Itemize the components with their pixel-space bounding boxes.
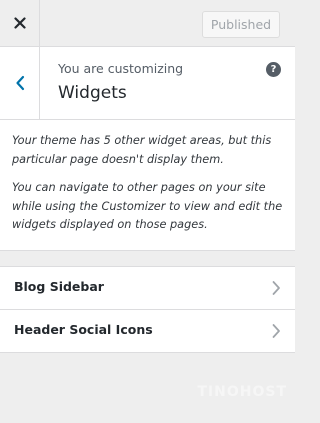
widget-area-label: Header Social Icons — [14, 322, 153, 337]
widget-area-label: Blog Sidebar — [14, 279, 104, 294]
published-button[interactable]: Published — [202, 11, 280, 38]
section-title: Widgets — [58, 83, 127, 103]
chevron-right-icon — [272, 281, 280, 295]
widget-area-blog-sidebar[interactable]: Blog Sidebar — [0, 266, 295, 309]
chevron-right-icon — [272, 324, 280, 338]
widget-area-header-social-icons[interactable]: Header Social Icons — [0, 309, 295, 353]
section-description: Your theme has 5 other widget areas, but… — [0, 120, 295, 251]
watermark: TINOHOST — [197, 384, 287, 400]
close-customizer-button[interactable] — [0, 0, 40, 46]
section-header: You are customizing Widgets ? — [0, 47, 295, 120]
chevron-left-icon — [15, 75, 24, 91]
widget-area-list: Blog Sidebar Header Social Icons — [0, 266, 295, 353]
close-icon — [13, 17, 26, 29]
customizing-label: You are customizing — [58, 61, 184, 76]
description-paragraph: Your theme has 5 other widget areas, but… — [12, 134, 272, 166]
description-paragraph: You can navigate to other pages on your … — [12, 181, 283, 231]
customizer-topbar: Published — [0, 0, 295, 47]
help-icon[interactable]: ? — [266, 62, 281, 77]
back-button[interactable] — [0, 47, 40, 119]
